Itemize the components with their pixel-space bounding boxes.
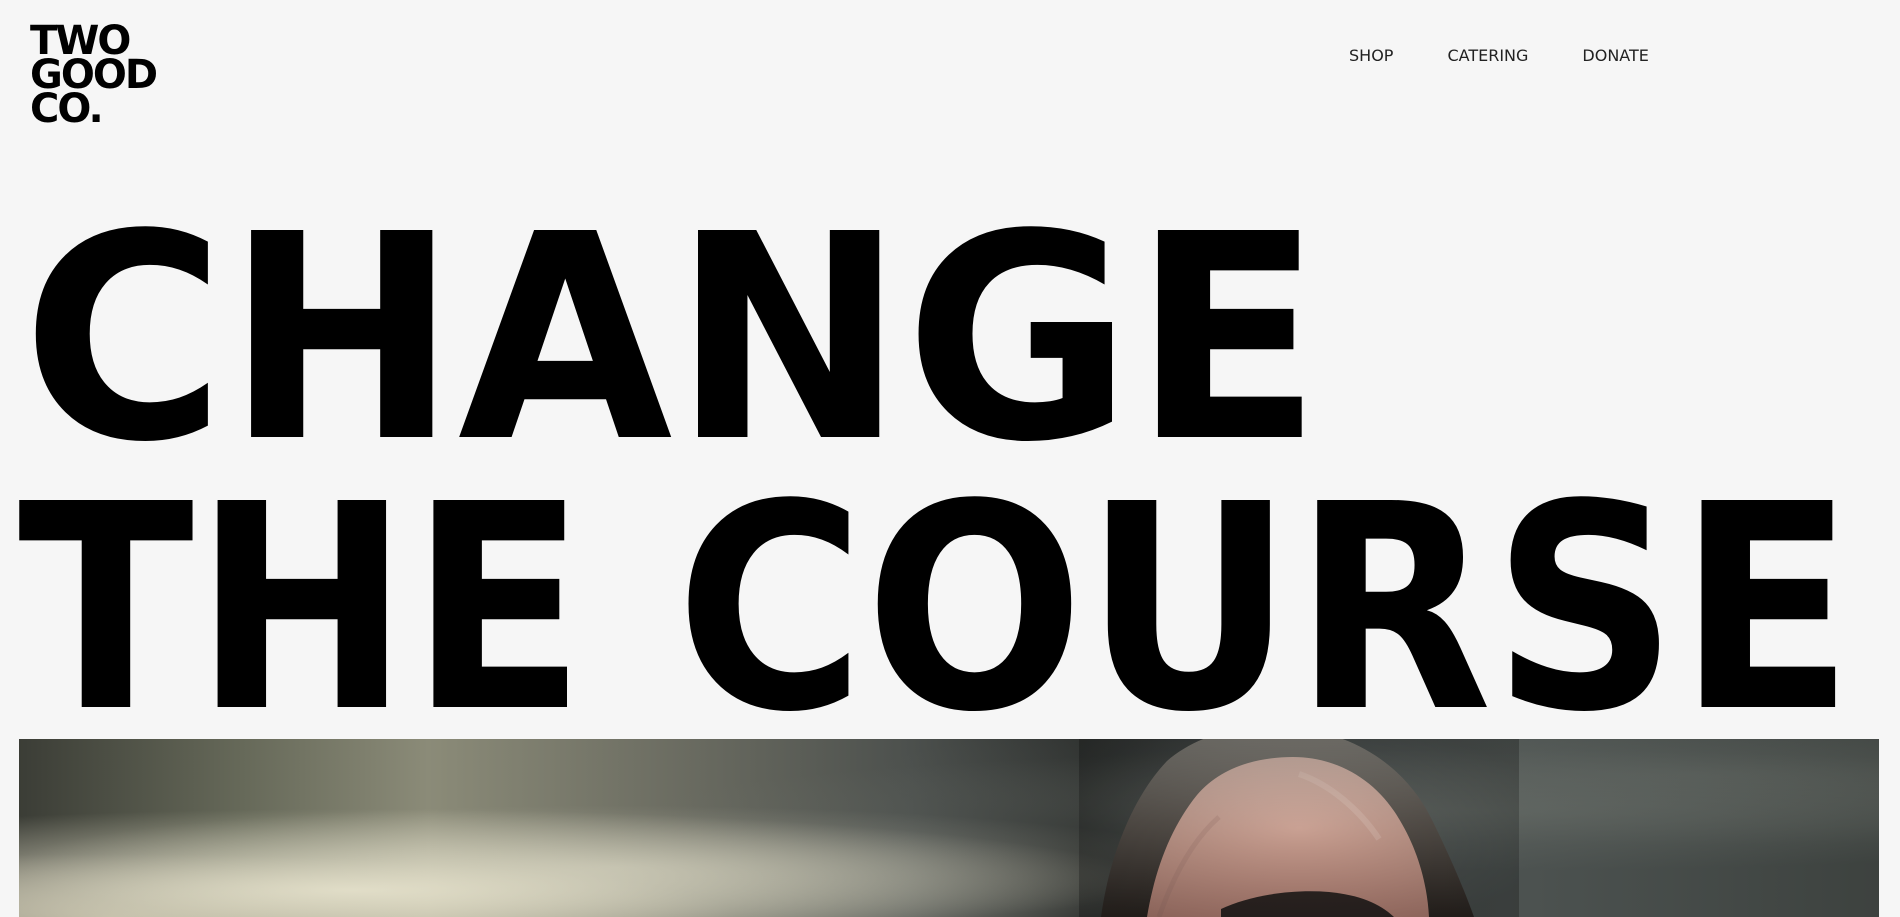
nav-catering-link[interactable]: CATERING (1447, 46, 1528, 66)
hero-image (19, 739, 1879, 917)
nav-donate-link[interactable]: DONATE (1582, 46, 1648, 66)
hero-image-glow (19, 739, 1879, 917)
hero-title-line-2: THE COURSE (18, 443, 1854, 774)
portrait-photo (1079, 739, 1519, 917)
brand-logo[interactable]: TWO GOOD CO. (30, 21, 180, 139)
main-nav: SHOP CATERING DONATE (1349, 46, 1649, 66)
nav-shop-link[interactable]: SHOP (1349, 46, 1393, 66)
hero-title-line-1: CHANGE (22, 173, 1322, 504)
